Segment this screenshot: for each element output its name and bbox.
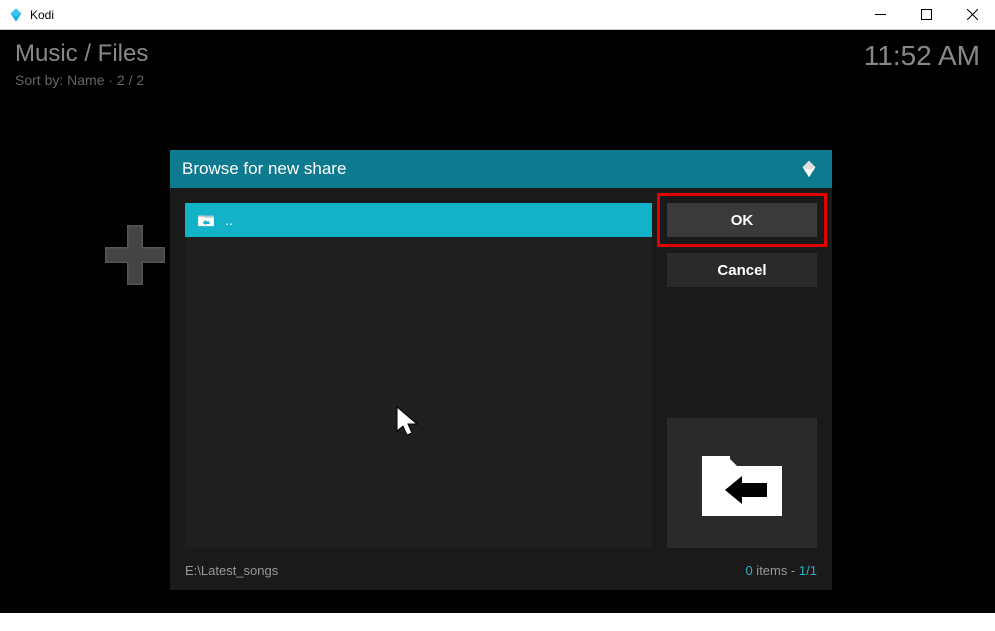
- browse-dialog: Browse for new share .. OK: [170, 150, 832, 590]
- app-content: Music / Files Sort by: Name · 2 / 2 11:5…: [0, 30, 995, 613]
- maximize-button[interactable]: [903, 0, 949, 29]
- kodi-logo-icon: [8, 7, 24, 23]
- app-logo-title: Kodi: [8, 7, 54, 23]
- items-count: 0: [745, 563, 752, 578]
- breadcrumb: Music / Files: [15, 40, 148, 68]
- items-info: 0 items - 1/1: [745, 563, 817, 578]
- dialog-header: Browse for new share: [170, 150, 832, 188]
- kodi-header: Music / Files Sort by: Name · 2 / 2 11:5…: [0, 30, 995, 98]
- sort-info: Sort by: Name · 2 / 2: [15, 72, 148, 88]
- ok-button[interactable]: OK: [667, 203, 817, 237]
- dialog-sidebar: OK Cancel: [667, 203, 817, 548]
- dialog-body: .. OK Cancel: [170, 188, 832, 563]
- current-path: E:\Latest_songs: [185, 563, 278, 578]
- preview-thumbnail: [667, 418, 817, 548]
- file-list[interactable]: ..: [185, 203, 652, 548]
- minimize-button[interactable]: [857, 0, 903, 29]
- window-controls: [857, 0, 995, 29]
- window-titlebar: Kodi: [0, 0, 995, 30]
- app-title: Kodi: [30, 8, 54, 22]
- items-word: items -: [753, 563, 799, 578]
- kodi-logo-icon: [798, 158, 820, 180]
- folder-up-icon: [197, 213, 215, 227]
- cancel-button[interactable]: Cancel: [667, 253, 817, 287]
- folder-back-icon: [697, 446, 787, 521]
- page-indicator: 1/1: [799, 563, 817, 578]
- bottom-margin: [0, 613, 995, 631]
- dialog-title: Browse for new share: [182, 159, 346, 179]
- parent-directory-item[interactable]: ..: [185, 203, 652, 237]
- file-item-label: ..: [225, 212, 233, 228]
- close-button[interactable]: [949, 0, 995, 29]
- ok-highlight-box: OK: [657, 193, 827, 247]
- dialog-footer: E:\Latest_songs 0 items - 1/1: [170, 563, 832, 590]
- clock: 11:52 AM: [864, 40, 980, 72]
- add-source-icon: [100, 220, 170, 290]
